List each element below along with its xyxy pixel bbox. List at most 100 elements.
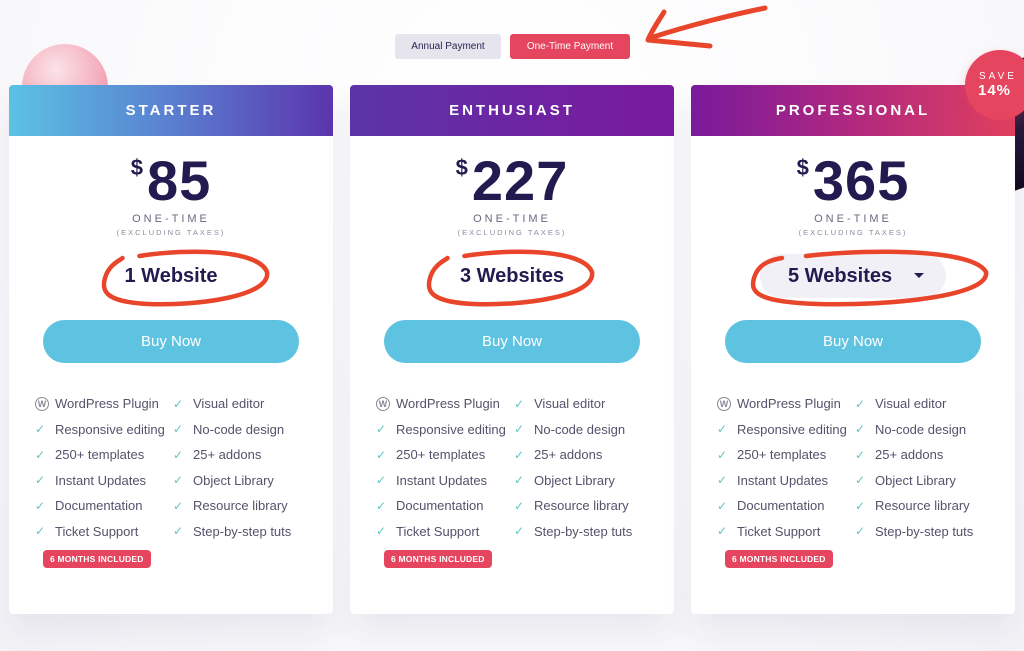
check-icon: ✓	[717, 447, 728, 462]
feature-label: Step-by-step tuts	[193, 523, 292, 539]
feature-item: ✓ Object Library	[173, 472, 323, 489]
plan-price: $365	[691, 153, 1015, 211]
feature-item: ✓ 250+ templates	[717, 446, 855, 463]
check-icon: ✓	[35, 447, 46, 462]
feature-item: ✓ Instant Updates	[35, 472, 173, 489]
check-icon: ✓	[717, 473, 728, 487]
plan-name: PROFESSIONAL	[775, 102, 931, 119]
websites-count: 3 Websites	[350, 254, 674, 298]
wordpress-icon: W	[35, 396, 49, 411]
pricing-card-enthusiast: ENTHUSIAST $227 ONE-TIME (EXCLUDING TAXE…	[350, 85, 674, 614]
feature-item: ✓ No-code design	[514, 421, 664, 438]
payment-toggle: Annual Payment One-Time Payment	[395, 34, 630, 59]
check-icon: ✓	[514, 498, 525, 513]
check-icon: ✓	[514, 422, 525, 436]
feature-list: W WordPress Plugin ✓ Visual editor ✓ Responsi…	[376, 395, 674, 540]
feature-item: ✓ 250+ templates	[35, 446, 173, 463]
feature-item: ✓ Visual editor	[855, 395, 1005, 412]
feature-label: Instant Updates	[737, 472, 829, 488]
buy-now-button[interactable]: Buy Now	[384, 320, 640, 363]
feature-item: ✓ Step-by-step tuts	[173, 523, 323, 540]
check-icon: ✓	[717, 524, 728, 538]
feature-item: ✓ Visual editor	[514, 395, 664, 412]
chevron-down-icon	[914, 273, 924, 278]
check-icon: ✓	[855, 422, 866, 436]
price-amount: 227	[471, 149, 569, 212]
feature-item: ✓ Responsive editing	[717, 421, 855, 438]
check-icon: ✓	[855, 498, 866, 513]
feature-label: 250+ templates	[737, 447, 827, 462]
annual-payment-button[interactable]: Annual Payment	[395, 34, 501, 59]
check-icon: ✓	[717, 422, 728, 436]
feature-label: No-code design	[875, 421, 967, 437]
feature-label: Visual editor	[875, 396, 947, 411]
months-included-badge: 6 MONTHS INCLUDED	[43, 549, 151, 568]
save-percent: 14%	[978, 82, 1012, 99]
billing-period: ONE-TIME	[132, 213, 210, 225]
check-icon: ✓	[855, 447, 866, 462]
feature-label: Object Library	[534, 472, 615, 488]
feature-label: Responsive editing	[396, 421, 506, 437]
months-included-badge: 6 MONTHS INCLUDED	[725, 549, 833, 568]
feature-item: ✓ Ticket Support	[376, 523, 514, 540]
feature-item: ✓ Step-by-step tuts	[855, 523, 1005, 540]
plan-price: $227	[350, 153, 674, 211]
feature-item: ✓ Responsive editing	[376, 421, 514, 438]
check-icon: ✓	[35, 524, 46, 538]
check-icon: ✓	[173, 524, 184, 538]
one-time-payment-button[interactable]: One-Time Payment	[510, 34, 630, 59]
billing-period: ONE-TIME	[814, 213, 892, 225]
feature-label: Visual editor	[534, 396, 606, 411]
feature-item: W WordPress Plugin	[376, 395, 514, 412]
check-icon: ✓	[376, 498, 387, 513]
feature-label: WordPress Plugin	[396, 396, 500, 411]
check-icon: ✓	[855, 396, 866, 411]
feature-label: Instant Updates	[396, 472, 488, 488]
check-icon: ✓	[35, 473, 46, 487]
check-icon: ✓	[35, 422, 46, 436]
feature-item: ✓ Object Library	[855, 472, 1005, 489]
plan-name: STARTER	[125, 102, 217, 119]
plan-price: $85	[9, 153, 333, 211]
feature-item: W WordPress Plugin	[717, 395, 855, 412]
feature-item: ✓ 25+ addons	[173, 446, 323, 463]
feature-label: Responsive editing	[737, 421, 847, 437]
feature-item: ✓ Responsive editing	[35, 421, 173, 438]
feature-label: 25+ addons	[193, 447, 262, 462]
feature-item: ✓ Instant Updates	[717, 472, 855, 489]
feature-item: ✓ Documentation	[717, 497, 855, 514]
websites-dropdown[interactable]: 5 Websites	[760, 254, 946, 298]
feature-label: 25+ addons	[875, 447, 944, 462]
websites-label: 5 Websites	[788, 264, 893, 287]
buy-now-button[interactable]: Buy Now	[43, 320, 299, 363]
check-icon: ✓	[173, 447, 184, 462]
check-icon: ✓	[173, 396, 184, 411]
feature-label: Documentation	[396, 498, 484, 513]
currency-symbol: $	[130, 155, 143, 180]
tax-note: (EXCLUDING TAXES)	[798, 228, 908, 237]
feature-label: WordPress Plugin	[55, 396, 159, 411]
price-amount: 365	[812, 149, 910, 212]
feature-item: ✓ Documentation	[376, 497, 514, 514]
feature-item: ✓ Ticket Support	[717, 523, 855, 540]
feature-label: Responsive editing	[55, 421, 165, 437]
buy-now-button[interactable]: Buy Now	[725, 320, 981, 363]
feature-label: Object Library	[875, 472, 956, 488]
tax-note: (EXCLUDING TAXES)	[116, 228, 226, 237]
feature-label: WordPress Plugin	[737, 396, 841, 411]
currency-symbol: $	[455, 155, 468, 180]
feature-label: 25+ addons	[534, 447, 603, 462]
check-icon: ✓	[173, 473, 184, 487]
pricing-card-starter: STARTER $85 ONE-TIME (EXCLUDING TAXES) 1…	[9, 85, 333, 614]
feature-item: ✓ Resource library	[514, 497, 664, 514]
check-icon: ✓	[376, 422, 387, 436]
feature-item: ✓ No-code design	[173, 421, 323, 438]
check-icon: ✓	[376, 524, 387, 538]
feature-label: Resource library	[875, 498, 970, 513]
tax-note: (EXCLUDING TAXES)	[457, 228, 567, 237]
feature-label: 250+ templates	[396, 447, 486, 462]
check-icon: ✓	[514, 524, 525, 538]
feature-list: W WordPress Plugin ✓ Visual editor ✓ Responsi…	[35, 395, 333, 540]
billing-period: ONE-TIME	[473, 213, 551, 225]
feature-item: ✓ Visual editor	[173, 395, 323, 412]
